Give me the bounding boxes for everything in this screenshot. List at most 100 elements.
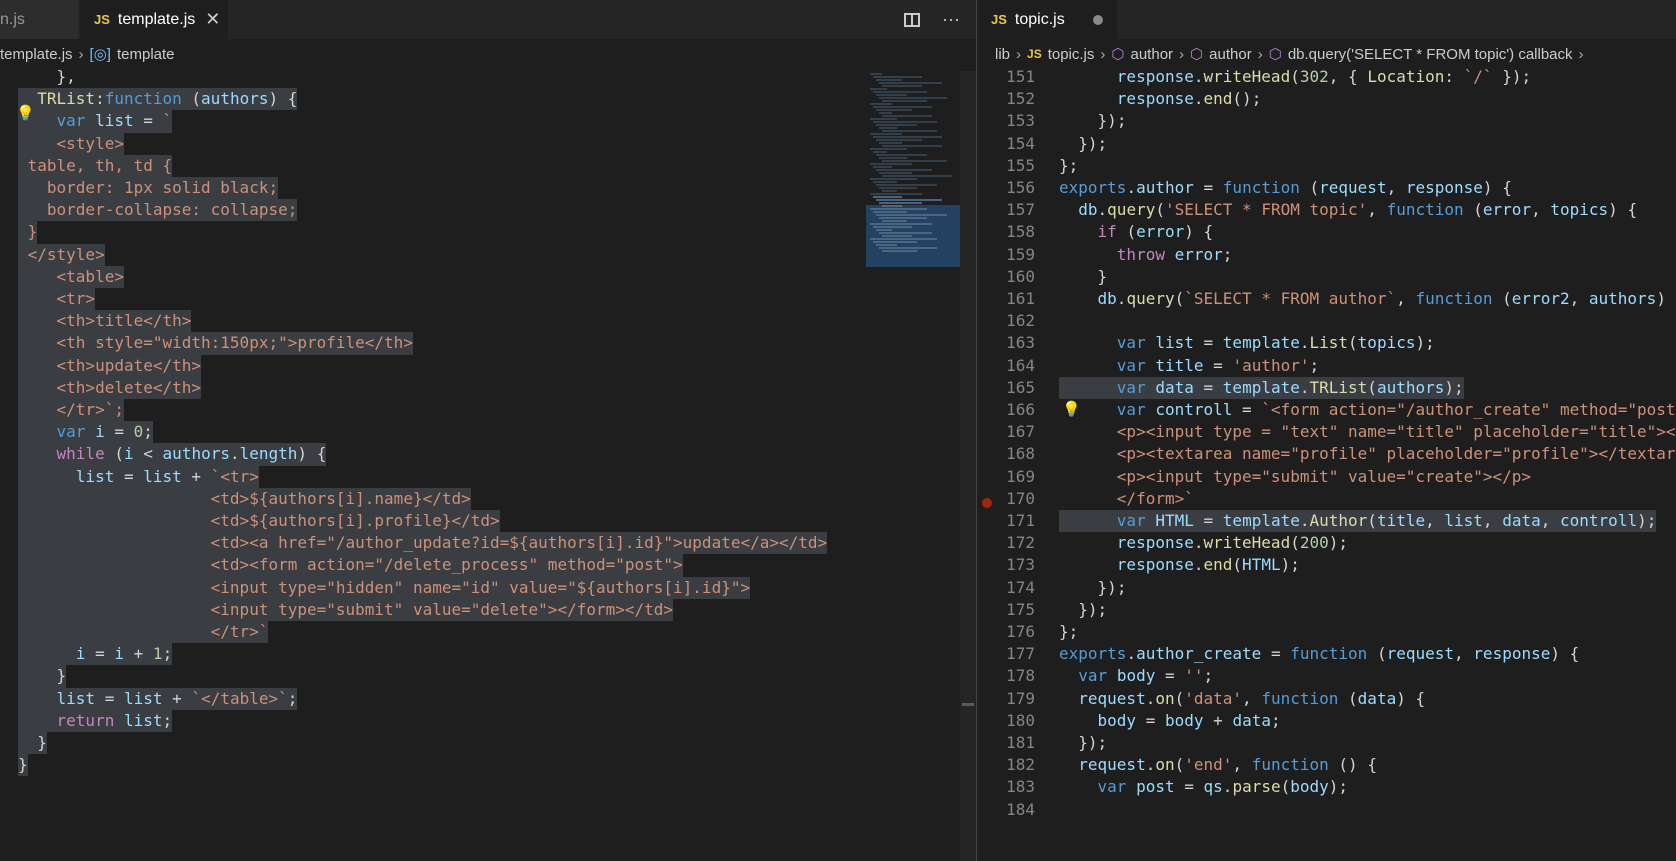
code-line[interactable]: 173 response.end(HTML);	[977, 554, 1676, 576]
code-line[interactable]: 168 <p><textarea name="profile" placehol…	[977, 443, 1676, 465]
code-line[interactable]: <td><form action="/delete_process" metho…	[0, 554, 976, 577]
vertical-scrollbar[interactable]	[960, 71, 976, 861]
code-line[interactable]: 159 throw error;	[977, 244, 1676, 266]
code-line[interactable]: 167 <p><input type = "text" name="title"…	[977, 421, 1676, 443]
code-line[interactable]: 163 var list = template.List(topics);	[977, 332, 1676, 354]
minimap-line	[879, 202, 922, 204]
breadcrumb-item[interactable]: db.query('SELECT * FROM topic') callback	[1288, 46, 1573, 63]
breadcrumb-file[interactable]: template.js	[0, 46, 73, 63]
code-line[interactable]: list = list + `</table>`;	[0, 687, 976, 710]
code-line[interactable]: 178 var body = '';	[977, 665, 1676, 687]
code-line[interactable]: <th>title</th>	[0, 310, 976, 333]
chevron-right-icon: ›	[1100, 45, 1106, 63]
chevron-right-icon: ›	[1578, 45, 1584, 63]
code-line[interactable]: 164 var title = 'author';	[977, 355, 1676, 377]
code-line[interactable]: 154 });	[977, 133, 1676, 155]
code-line[interactable]: 155};	[977, 155, 1676, 177]
code-line[interactable]: i = i + 1;	[0, 643, 976, 666]
code-line[interactable]: while (i < authors.length) {	[0, 443, 976, 466]
code-line[interactable]: <tr>	[0, 288, 976, 311]
code-line[interactable]: 174 });	[977, 577, 1676, 599]
code-editor-right[interactable]: 151 response.writeHead(302, { Location: …	[977, 67, 1676, 861]
code-line[interactable]: var i = 0;	[0, 421, 976, 444]
code-line[interactable]: 181 });	[977, 732, 1676, 754]
code-line[interactable]: <td>${authors[i].name}</td>	[0, 487, 976, 510]
code-line[interactable]: return list;	[0, 709, 976, 732]
tab-template-js[interactable]: JS template.js ✕	[80, 0, 228, 39]
lightbulb-icon[interactable]: 💡	[16, 104, 35, 122]
code-line[interactable]: 179 request.on('data', function (data) {	[977, 688, 1676, 710]
code-line[interactable]: <td><a href="/author_update?id=${authors…	[0, 532, 976, 555]
line-number: 183	[1006, 777, 1035, 797]
code-line[interactable]: 166 var controll = `<form action="/autho…	[977, 399, 1676, 421]
code-line[interactable]: },	[0, 66, 976, 88]
code-line[interactable]: TRList:function (authors) {	[0, 88, 976, 111]
code-line[interactable]: 170 </form>`	[977, 488, 1676, 510]
code-line[interactable]: 172 response.writeHead(200);	[977, 532, 1676, 554]
code-line[interactable]: list = list + `<tr>	[0, 465, 976, 488]
code-line[interactable]: 175 });	[977, 599, 1676, 621]
code-line[interactable]: 180 body = body + data;	[977, 710, 1676, 732]
code-line[interactable]: 165 var data = template.TRList(authors);	[977, 376, 1676, 399]
code-line[interactable]: 177 exports.author_create = function (req…	[977, 643, 1676, 665]
code-line[interactable]: 176};	[977, 621, 1676, 643]
code-line[interactable]: 153 });	[977, 110, 1676, 132]
code-line[interactable]: <input type="submit" value="delete"></fo…	[0, 598, 976, 621]
line-number: 182	[1006, 755, 1035, 775]
code-line[interactable]: </tr>`	[0, 621, 976, 644]
code-line[interactable]: <th style="width:150px;">profile</th>	[0, 332, 976, 355]
code-line[interactable]: 171 var HTML = template.Author(title, li…	[977, 510, 1676, 533]
code-line[interactable]: <style>	[0, 132, 976, 155]
code-line[interactable]: table, th, td {	[0, 154, 976, 177]
code-line[interactable]: <table>	[0, 265, 976, 288]
code-line[interactable]: 161 db.query(`SELECT * FROM author`, fun…	[977, 288, 1676, 310]
code-line[interactable]: <td>${authors[i].profile}</td>	[0, 510, 976, 533]
code-line[interactable]: var list = `	[0, 110, 976, 133]
breadcrumb-item[interactable]: topic.js	[1048, 46, 1095, 63]
code-line[interactable]: }	[0, 665, 976, 688]
tab-topic-js[interactable]: JS topic.js	[977, 0, 1117, 39]
breakpoint-icon[interactable]	[982, 498, 992, 508]
code-line[interactable]: 157 db.query('SELECT * FROM topic', func…	[977, 199, 1676, 221]
code-line[interactable]: border-collapse: collapse;	[0, 199, 976, 222]
chevron-right-icon: ›	[78, 45, 84, 63]
scrollbar-thumb[interactable]	[962, 703, 974, 706]
code-line[interactable]: 160 }	[977, 266, 1676, 288]
breadcrumb-item[interactable]: lib	[995, 46, 1010, 63]
breadcrumb-item[interactable]: author	[1209, 46, 1252, 63]
unsaved-dot-icon[interactable]	[1092, 14, 1103, 25]
close-icon[interactable]: ✕	[205, 9, 220, 30]
code-line[interactable]: 156 exports.author = function (request, r…	[977, 177, 1676, 199]
code-line[interactable]: 182 request.on('end', function () {	[977, 754, 1676, 776]
lightbulb-icon[interactable]: 💡	[1062, 400, 1081, 418]
breadcrumb-symbol[interactable]: template	[117, 46, 175, 63]
code-line[interactable]: <input type="hidden" name="id" value="${…	[0, 576, 976, 599]
minimap-line	[873, 136, 942, 138]
more-actions-icon[interactable]: ···	[942, 9, 960, 30]
split-editor-icon[interactable]	[904, 12, 921, 27]
code-line[interactable]: border: 1px solid black;	[0, 177, 976, 200]
code-line[interactable]: 152 response.end();	[977, 88, 1676, 110]
code-line[interactable]: <th>update</th>	[0, 354, 976, 377]
breadcrumb-item[interactable]: author	[1131, 46, 1174, 63]
code-line[interactable]: 162	[977, 310, 1676, 332]
code-line[interactable]: </tr>`;	[0, 399, 976, 422]
minimap-line	[882, 175, 952, 177]
code-line[interactable]: </style>	[0, 243, 976, 266]
line-number: 184	[1006, 799, 1035, 819]
code-line[interactable]: 184	[977, 799, 1676, 821]
line-number: 171	[1006, 511, 1035, 530]
code-line[interactable]: }	[0, 221, 976, 244]
minimap-line	[870, 178, 917, 180]
minimap[interactable]	[866, 71, 960, 861]
code-line[interactable]: 151 response.writeHead(302, { Location: …	[977, 66, 1676, 88]
tab-n-js[interactable]: n.js	[0, 0, 78, 39]
code-line[interactable]: 183 var post = qs.parse(body);	[977, 776, 1676, 798]
code-line[interactable]: }	[0, 754, 976, 777]
minimap-line	[876, 214, 947, 216]
code-line[interactable]: 158 if (error) {	[977, 221, 1676, 243]
code-line[interactable]: <th>delete</th>	[0, 376, 976, 399]
code-line[interactable]: }	[0, 732, 976, 755]
code-line[interactable]: 169 <p><input type="submit" value="creat…	[977, 466, 1676, 488]
code-editor-left[interactable]: }, TRList:function (authors) { var list …	[0, 67, 976, 861]
